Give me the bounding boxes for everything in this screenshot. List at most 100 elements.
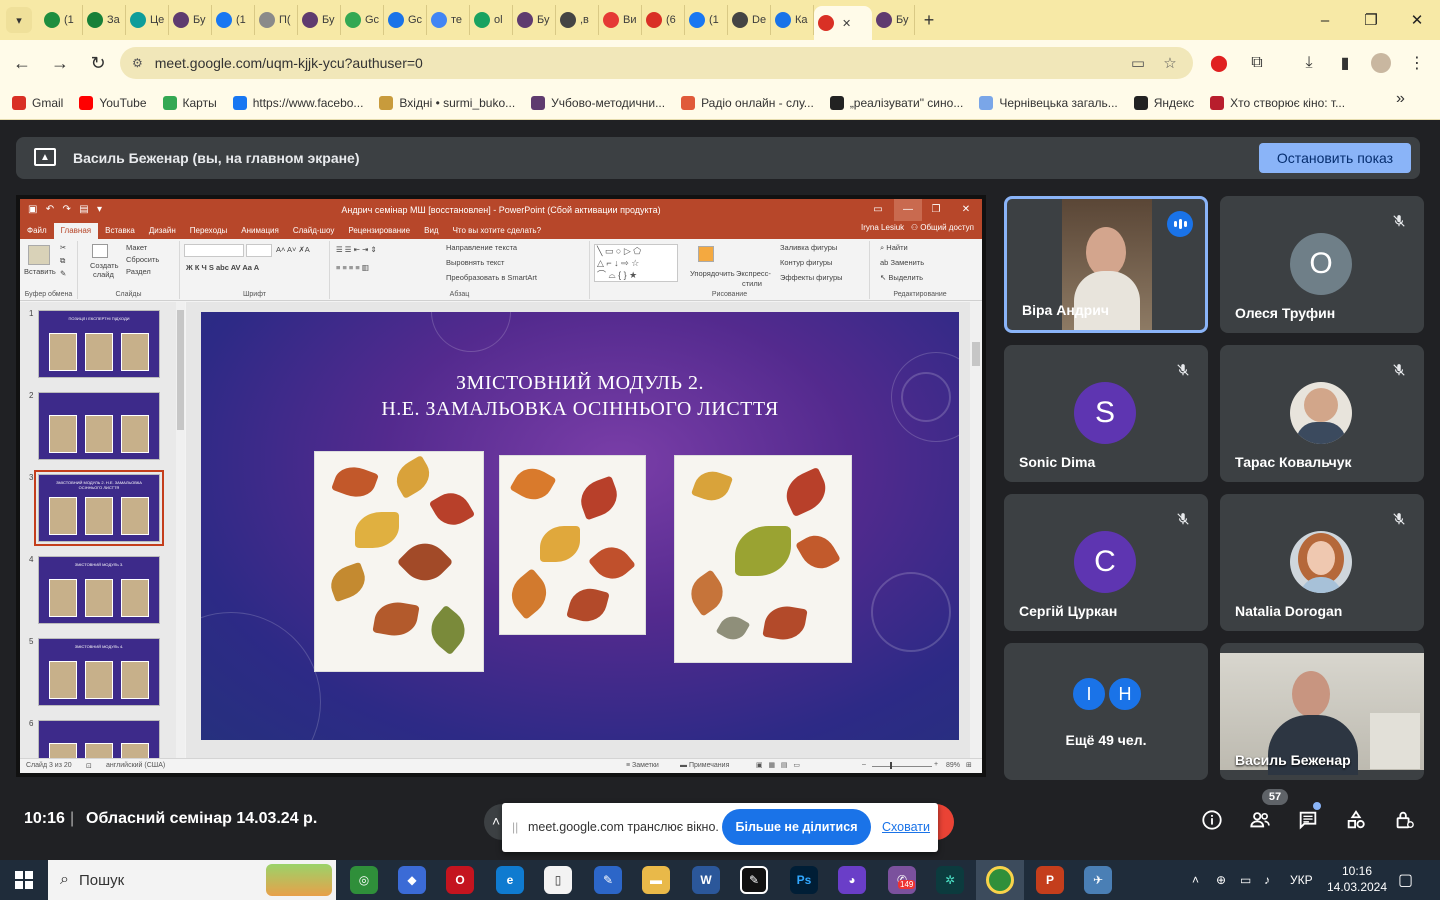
align-buttons[interactable]: ≡ ≡ ≡ ≡ ▥: [336, 263, 369, 272]
chrome-taskbar-icon[interactable]: ◎: [350, 866, 378, 894]
paste-icon[interactable]: [28, 245, 50, 265]
self-tile[interactable]: Василь Беженар: [1220, 643, 1424, 780]
shape-fill-button[interactable]: Заливка фигуры: [780, 243, 837, 252]
taskbar-search-box[interactable]: ⌕ Пошук: [48, 860, 336, 900]
slide-scrollbar[interactable]: [970, 302, 982, 758]
ribbon-tab[interactable]: Анимация: [234, 223, 286, 239]
site-info-icon[interactable]: ⚙: [132, 56, 143, 70]
drag-handle-icon[interactable]: ||: [512, 820, 518, 834]
close-tab-icon[interactable]: ✕: [842, 17, 851, 30]
host-controls-button[interactable]: [1388, 804, 1420, 836]
browser-tab[interactable]: Бу: [872, 5, 915, 35]
ribbon-tab[interactable]: Что вы хотите сделать?: [446, 223, 548, 239]
notepad-taskbar-icon[interactable]: ▯: [544, 866, 572, 894]
ribbon-tab[interactable]: Дизайн: [142, 223, 183, 239]
tray-chevron-icon[interactable]: ˄: [1192, 860, 1199, 900]
app-taskbar-icon[interactable]: ✈: [1084, 866, 1112, 894]
stop-sharing-button[interactable]: Більше не ділитися: [722, 809, 871, 845]
quick-styles-button[interactable]: Экспресс-: [736, 269, 771, 278]
forward-button[interactable]: →: [42, 45, 78, 81]
comments-button[interactable]: ▬ Примечания: [680, 762, 729, 769]
browser-tab[interactable]: ,в: [556, 5, 599, 35]
browser-tab[interactable]: ✕: [814, 6, 872, 40]
bookmark-item[interactable]: Вхідні • surmi_buko...: [379, 95, 515, 110]
participant-tile[interactable]: Віра Андрич: [1004, 196, 1208, 333]
ribbon-tab[interactable]: Рецензирование: [341, 223, 417, 239]
browser-tab[interactable]: За: [83, 5, 126, 35]
bookmark-item[interactable]: Хто створює кіно: т...: [1210, 95, 1345, 110]
word-taskbar-icon[interactable]: W: [692, 866, 720, 894]
select-button[interactable]: ↖ Выделить: [880, 273, 923, 282]
notes-button[interactable]: ≡ Заметки: [626, 762, 659, 769]
browser-tab[interactable]: П(: [255, 5, 298, 35]
format-painter-icon[interactable]: ✎: [60, 269, 66, 278]
tab-search-button[interactable]: ▾: [6, 7, 32, 33]
participant-tile[interactable]: C Сергій Цуркан: [1004, 494, 1208, 631]
ribbon-tab[interactable]: Слайд-шоу: [286, 223, 341, 239]
paint-taskbar-icon[interactable]: ◕: [838, 866, 866, 894]
align-text-button[interactable]: Выровнять текст: [446, 258, 504, 267]
font-grow-icon[interactable]: A˄ A˅ ✗A: [276, 245, 310, 254]
ribbon-tab[interactable]: Переходы: [183, 223, 235, 239]
slide-thumbnail[interactable]: 4 ЗМІСТОВНИЙ МОДУЛЬ 3.: [29, 555, 160, 624]
pp-close-button[interactable]: ✕: [952, 199, 980, 221]
bookmark-item[interactable]: Яндекс: [1133, 95, 1194, 110]
browser-tab[interactable]: те: [427, 5, 470, 35]
slide-thumbnail[interactable]: 3 ЗМІСТОВНИЙ МОДУЛЬ 2. Н.Е. ЗАМАЛЬОВКА ОС…: [29, 470, 164, 546]
keyboard-language[interactable]: УКР: [1290, 860, 1313, 900]
leaf-painting-1[interactable]: [314, 451, 484, 672]
kebab-menu-icon[interactable]: ⋮: [1400, 46, 1434, 80]
bookmark-item[interactable]: Gmail: [12, 95, 63, 110]
download-icon[interactable]: ⤓: [1292, 46, 1326, 80]
font-size-box[interactable]: [246, 244, 272, 257]
meeting-title[interactable]: Обласний семінар 14.03.24 р.: [86, 810, 317, 828]
chevron-up-icon[interactable]: ˄: [492, 813, 500, 829]
browser-tab[interactable]: Ви: [599, 5, 642, 35]
paste-button[interactable]: Вставить: [24, 267, 56, 276]
cut-icon[interactable]: ✂: [60, 243, 66, 252]
current-slide[interactable]: ЗМІСТОВНИЙ МОДУЛЬ 2. Н.Е. ЗАМАЛЬОВКА ОСІ…: [201, 312, 959, 740]
taskbar-clock[interactable]: 10:16 14.03.2024: [1322, 863, 1392, 895]
slide-title[interactable]: ЗМІСТОВНИЙ МОДУЛЬ 2. Н.Е. ЗАМАЛЬОВКА ОСІ…: [201, 370, 959, 422]
profile-avatar[interactable]: [1364, 46, 1398, 80]
language-label[interactable]: английский (США): [106, 762, 165, 769]
address-bar[interactable]: ⚙ meet.google.com/uqm-kjjk-ycu?authuser=…: [120, 47, 1193, 79]
powerpoint-taskbar-icon[interactable]: P: [1036, 866, 1064, 894]
tray-network-icon[interactable]: ⊕: [1216, 860, 1226, 900]
reset-button[interactable]: Сбросить: [126, 255, 159, 264]
activities-button[interactable]: [1340, 804, 1372, 836]
shape-effects-button[interactable]: Эффекты фигуры: [780, 273, 843, 282]
chrome-taskbar-active[interactable]: [976, 860, 1024, 900]
file-explorer-taskbar-icon[interactable]: ▬: [642, 866, 670, 894]
browser-tab[interactable]: Gc: [384, 5, 427, 35]
slide-scrollbar-thumb[interactable]: [972, 342, 980, 366]
shape-outline-button[interactable]: Контур фигуры: [780, 258, 832, 267]
section-button[interactable]: Раздел: [126, 267, 151, 276]
smartart-button[interactable]: Преобразовать в SmartArt: [446, 273, 537, 282]
ribbon-tab[interactable]: Главная: [53, 223, 99, 239]
browser-tab[interactable]: Це: [126, 5, 169, 35]
browser-tab[interactable]: (1: [685, 5, 728, 35]
browser-tab[interactable]: Бу: [513, 5, 556, 35]
bookmark-item[interactable]: https://www.facebo...: [232, 95, 363, 110]
thumbnail-scrollbar[interactable]: [176, 302, 185, 758]
browser-tab[interactable]: Бу: [298, 5, 341, 35]
opera-extension-icon[interactable]: ⬤: [1202, 46, 1236, 80]
more-bookmarks-button[interactable]: »: [1396, 90, 1405, 108]
maximize-window-button[interactable]: ❐: [1348, 0, 1394, 40]
bookmark-item[interactable]: Учбово-методични...: [531, 95, 665, 110]
pp-restore-button[interactable]: ❐: [922, 199, 950, 221]
browser-tab[interactable]: Ка: [771, 5, 814, 35]
side-panel-icon[interactable]: ▮: [1328, 46, 1362, 80]
shapes-gallery[interactable]: ╲ ▭ ○ ▷ ⬠ △ ⌐ ↓ ⇨ ☆ ⌒ ⌓ { } ★: [594, 244, 678, 282]
layout-button[interactable]: Макет: [126, 243, 147, 252]
view-buttons[interactable]: ▣ ▦ ▤ ▭: [756, 761, 800, 769]
ribbon-tab[interactable]: Вид: [417, 223, 445, 239]
pp-minimize-button[interactable]: —: [894, 199, 922, 221]
list-buttons[interactable]: ☰ ☰ ⇤ ⇥ ⇕: [336, 245, 377, 254]
zoom-slider-thumb[interactable]: [890, 762, 892, 769]
bookmark-item[interactable]: „реалізувати" сино...: [829, 95, 963, 110]
meeting-details-button[interactable]: [1196, 804, 1228, 836]
app-taskbar-icon[interactable]: ✎: [740, 866, 768, 894]
ribbon-tab[interactable]: Файл: [20, 223, 54, 239]
